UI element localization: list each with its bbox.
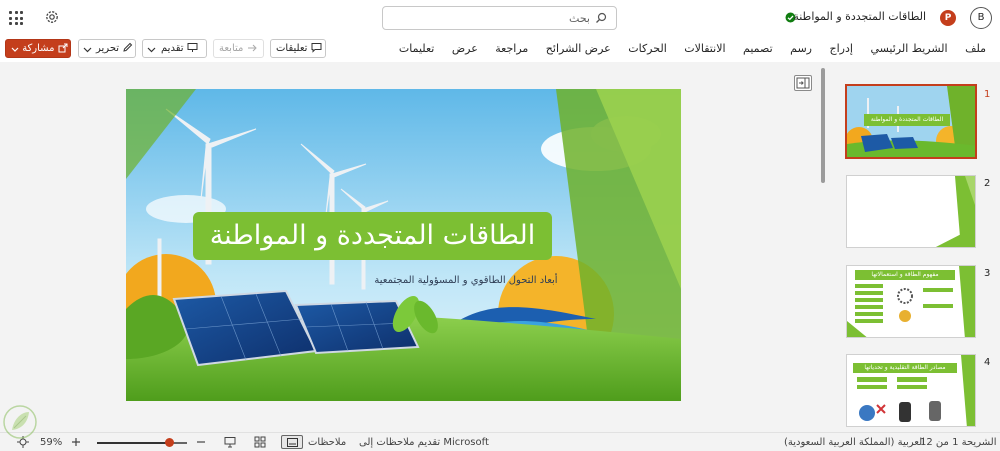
zoom-slider-knob[interactable] bbox=[164, 438, 174, 447]
search-placeholder: بحث bbox=[569, 12, 590, 25]
slide-subtitle[interactable]: أبعاد التحول الطاقوي و المسؤولية المجتمع… bbox=[356, 275, 576, 286]
zoom-in-icon[interactable] bbox=[71, 437, 81, 447]
edit-dropdown-chevron-icon[interactable] bbox=[83, 47, 92, 53]
document-title[interactable]: الطاقات المتجددة و المواطنة bbox=[793, 10, 926, 23]
search-icon bbox=[596, 12, 607, 23]
avatar[interactable]: B bbox=[970, 7, 992, 29]
left-gutter bbox=[0, 62, 8, 432]
slide-thumbnail-2[interactable] bbox=[846, 175, 976, 248]
language-indicator[interactable]: العربية (المملكة العربية السعودية) bbox=[784, 437, 925, 448]
tab-home[interactable]: الشريط الرئيسي bbox=[870, 42, 947, 55]
tab-slideshow[interactable]: عرض الشرائح bbox=[546, 42, 611, 55]
tab-design[interactable]: تصميم bbox=[743, 42, 773, 55]
chevron-down-icon bbox=[11, 47, 19, 52]
follow-button[interactable]: متابعة bbox=[213, 39, 264, 58]
slideshow-view-icon[interactable] bbox=[224, 436, 236, 448]
app-launcher-icon[interactable] bbox=[9, 11, 23, 25]
current-slide[interactable]: الطاقات المتجددة و المواطنة أبعاد التحول… bbox=[126, 89, 681, 401]
normal-view-icon bbox=[287, 438, 298, 447]
tab-view[interactable]: عرض bbox=[452, 42, 478, 55]
thumbnail-title: الطاقات المتجددة و المواطنة bbox=[864, 114, 950, 126]
thumbnail-title: مصادر الطاقة التقليدية و تحدياتها bbox=[853, 363, 957, 373]
share-icon bbox=[58, 43, 68, 53]
powerpoint-logo-icon: P bbox=[940, 10, 956, 26]
tab-help[interactable]: تعليمات bbox=[399, 42, 434, 55]
zoom-out-icon[interactable] bbox=[196, 437, 206, 447]
slide-title[interactable]: الطاقات المتجددة و المواطنة bbox=[193, 212, 552, 260]
thumbnail-title: مفهوم الطاقة و استعمالاتها bbox=[855, 270, 955, 280]
pane-toggle-button[interactable] bbox=[794, 75, 812, 91]
present-icon bbox=[187, 43, 198, 52]
slide-position: الشريحة 1 من 12 bbox=[920, 437, 997, 448]
logo-watermark-icon bbox=[3, 405, 37, 439]
present-dropdown-chevron-icon[interactable] bbox=[147, 47, 156, 53]
tab-transitions[interactable]: الانتقالات bbox=[684, 42, 725, 55]
pencil-icon bbox=[123, 42, 133, 52]
thumbnail-number: 3 bbox=[984, 268, 991, 279]
share-button[interactable]: مشاركة bbox=[5, 39, 71, 58]
tab-draw[interactable]: رسم bbox=[790, 42, 812, 55]
search-box[interactable]: بحث bbox=[382, 6, 617, 30]
share-label: مشاركة bbox=[22, 43, 55, 54]
zoom-level[interactable]: 59% bbox=[40, 437, 62, 448]
edit-label: تحرير bbox=[96, 43, 120, 54]
pane-collapse-icon bbox=[796, 77, 810, 89]
follow-label: متابعة bbox=[219, 43, 244, 54]
tab-insert[interactable]: إدراج bbox=[830, 42, 853, 55]
thumbnail-scrollbar-thumb[interactable] bbox=[821, 68, 825, 183]
feedback-link[interactable]: تقديم ملاحظات إلى Microsoft bbox=[359, 437, 489, 448]
gear-icon[interactable] bbox=[44, 9, 60, 25]
zoom-slider-fill bbox=[97, 442, 169, 444]
follow-icon bbox=[247, 44, 257, 52]
ribbon-tabs: ملف الشريط الرئيسي إدراج رسم تصميم الانت… bbox=[385, 42, 986, 55]
thumbnail-illustration bbox=[847, 176, 975, 247]
comments-button[interactable]: تعليقات bbox=[270, 39, 326, 58]
tab-animations[interactable]: الحركات bbox=[628, 42, 667, 55]
present-label: تقديم bbox=[161, 43, 184, 54]
normal-view-button[interactable] bbox=[281, 435, 303, 449]
comment-icon bbox=[311, 43, 322, 53]
slide-thumbnail-1[interactable]: الطاقات المتجددة و المواطنة bbox=[845, 84, 977, 159]
ribbon: ملف الشريط الرئيسي إدراج رسم تصميم الانت… bbox=[0, 36, 1000, 62]
tab-review[interactable]: مراجعة bbox=[495, 42, 528, 55]
tab-file[interactable]: ملف bbox=[965, 42, 986, 55]
thumbnail-number: 4 bbox=[984, 357, 991, 368]
slide-thumbnail-3[interactable]: مفهوم الطاقة و استعمالاتها bbox=[846, 265, 976, 338]
comments-label: تعليقات bbox=[276, 43, 308, 54]
slide-thumbnail-4[interactable]: مصادر الطاقة التقليدية و تحدياتها bbox=[846, 354, 976, 427]
thumbnail-number: 2 bbox=[984, 178, 991, 189]
notes-button[interactable]: ملاحظات bbox=[308, 437, 346, 448]
title-bar: بحث الطاقات المتجددة و المواطنة P B bbox=[0, 0, 1000, 36]
slide-sorter-icon[interactable] bbox=[254, 436, 266, 448]
thumbnail-number: 1 bbox=[984, 89, 991, 100]
status-bar: 59% ملاحظات تقديم ملاحظات إلى Microsoft … bbox=[0, 432, 1000, 451]
